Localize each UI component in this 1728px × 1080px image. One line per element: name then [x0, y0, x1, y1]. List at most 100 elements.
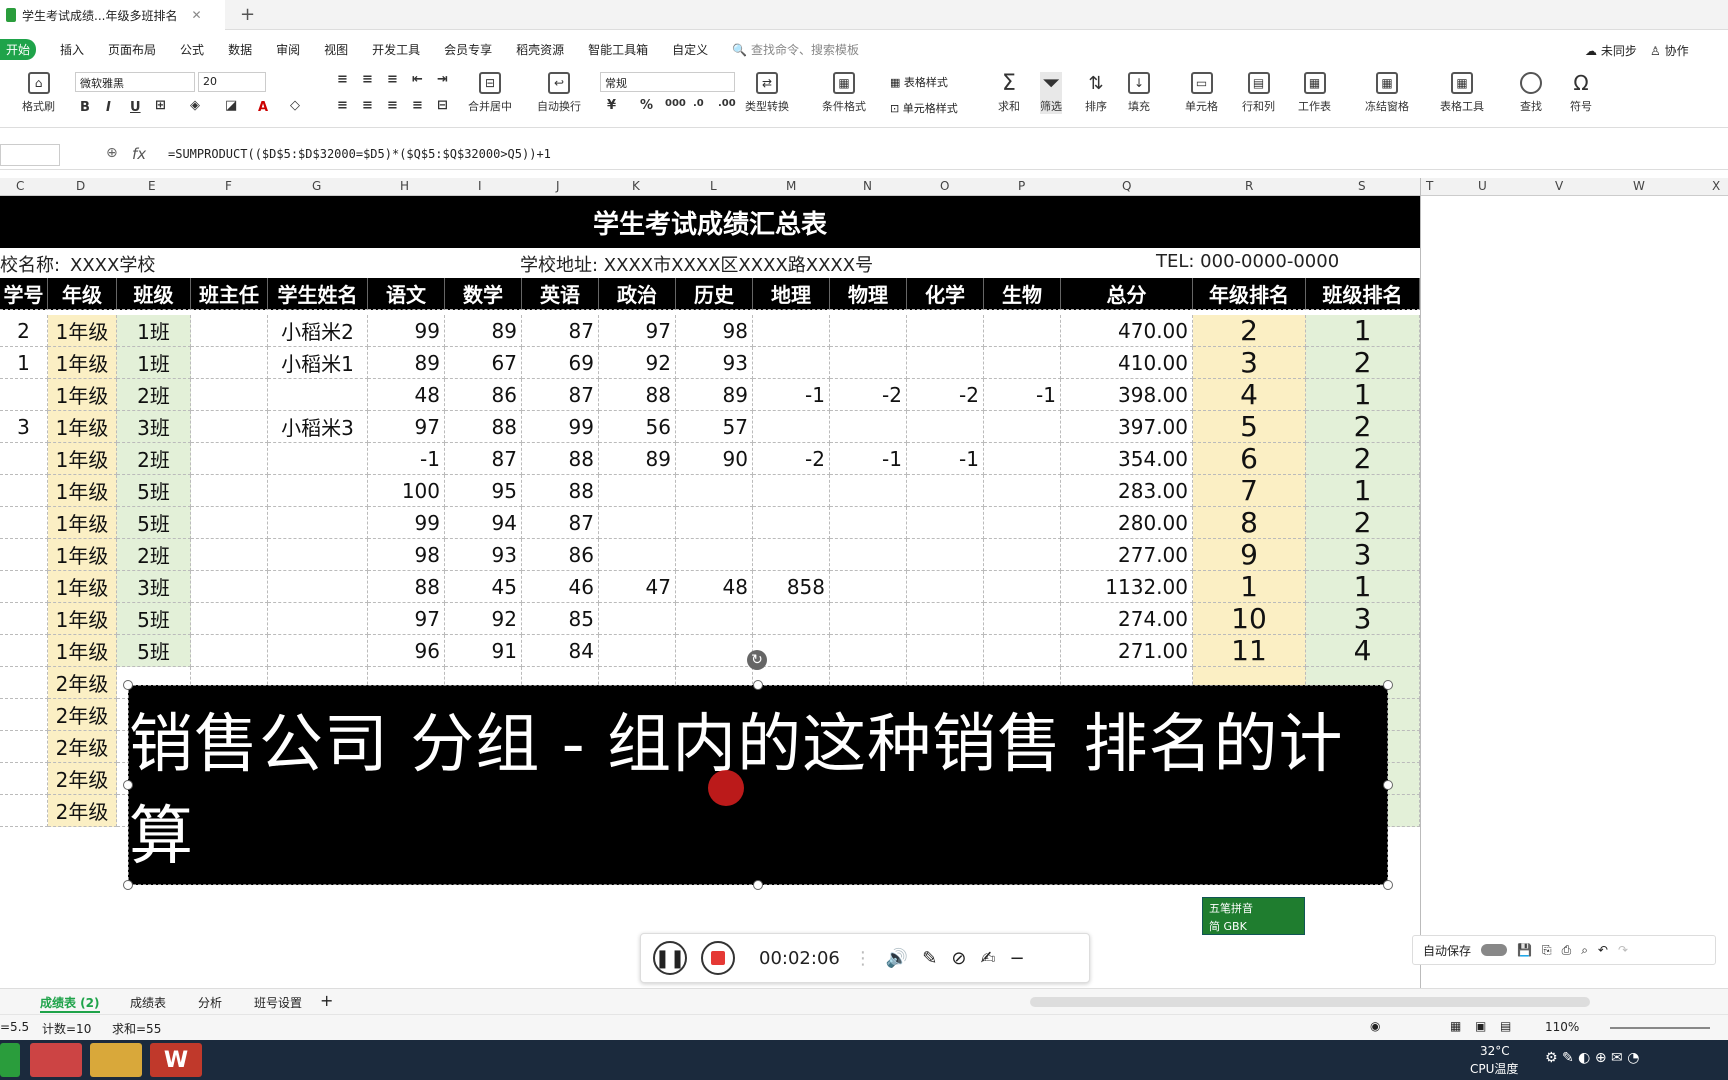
table-cell[interactable]	[191, 635, 268, 667]
table-cell[interactable]: 85	[522, 603, 599, 635]
column-header[interactable]: S	[1358, 179, 1366, 193]
formula-input[interactable]: =SUMPRODUCT(($D$5:$D$32000=$D5)*($Q$5:$Q…	[168, 147, 551, 161]
table-cell[interactable]: 10	[1193, 602, 1306, 635]
table-cell[interactable]: 87	[522, 315, 599, 347]
table-cell[interactable]	[907, 507, 984, 539]
table-cell[interactable]: 5班	[117, 507, 191, 539]
table-cell[interactable]: 6	[1193, 442, 1306, 475]
format-brush-button[interactable]: ⌂ 格式刷	[22, 72, 55, 114]
table-cell[interactable]: 3	[1306, 602, 1420, 635]
zoom-slider[interactable]	[1610, 1027, 1710, 1029]
zoom-formula-icon[interactable]: ⊕	[106, 145, 118, 161]
table-cell[interactable]	[191, 475, 268, 507]
sheet-tab[interactable]: 分析	[198, 994, 222, 1011]
table-cell[interactable]: 86	[445, 379, 522, 411]
table-cell[interactable]	[0, 443, 48, 475]
table-cell[interactable]: 274.00	[1061, 603, 1193, 635]
command-search[interactable]: 🔍 查找命令、搜索模板	[732, 41, 859, 58]
table-cell[interactable]	[268, 507, 368, 539]
print-icon[interactable]: ⎙	[1562, 943, 1572, 958]
column-header[interactable]: G	[312, 179, 321, 193]
table-cell[interactable]	[907, 347, 984, 379]
table-cell[interactable]: 1年级	[48, 571, 117, 603]
minimize-icon[interactable]: −	[1010, 948, 1025, 969]
table-cell[interactable]	[830, 635, 907, 667]
table-header-cell[interactable]: 历史	[676, 278, 753, 310]
resize-handle[interactable]	[123, 880, 133, 890]
table-cell[interactable]	[191, 379, 268, 411]
school-address[interactable]: 学校地址: XXXX市XXXX区XXXX路XXXX号	[520, 251, 873, 277]
table-cell[interactable]: 3班	[117, 571, 191, 603]
add-sheet-icon[interactable]: +	[320, 991, 333, 1010]
taskbar-app-icon[interactable]	[0, 1043, 20, 1077]
table-cell[interactable]: 2	[0, 315, 48, 347]
table-cell[interactable]: -1	[830, 443, 907, 475]
document-tab[interactable]: 学生考试成绩...年级多班排名 ✕	[0, 0, 225, 30]
table-cell[interactable]: 8	[1193, 506, 1306, 539]
table-cell[interactable]: 47	[599, 571, 676, 603]
autosave-toggle[interactable]	[1481, 944, 1508, 956]
table-cell[interactable]	[830, 475, 907, 507]
pause-icon[interactable]: ❚❚	[653, 941, 687, 975]
table-cell[interactable]	[0, 603, 48, 635]
table-cell[interactable]: 96	[368, 635, 445, 667]
table-cell[interactable]: 354.00	[1061, 443, 1193, 475]
table-cell[interactable]: -2	[907, 379, 984, 411]
table-cell[interactable]: 46	[522, 571, 599, 603]
table-cell[interactable]: 99	[368, 507, 445, 539]
fx-icon[interactable]: fx	[132, 145, 146, 163]
table-cell[interactable]: 5班	[117, 475, 191, 507]
eye-protection-icon[interactable]: ◉	[1370, 1019, 1380, 1033]
table-cell[interactable]	[830, 315, 907, 347]
sync-status[interactable]: ☁ 未同步	[1585, 42, 1637, 59]
taskbar-solitaire-icon[interactable]	[30, 1043, 82, 1077]
table-cell[interactable]: 398.00	[1061, 379, 1193, 411]
table-cell[interactable]	[830, 539, 907, 571]
table-cell[interactable]	[676, 475, 753, 507]
table-cell[interactable]: 1年级	[48, 539, 117, 571]
table-cell[interactable]: 2班	[117, 539, 191, 571]
align-top-icon[interactable]: ≡	[337, 72, 348, 87]
menu-docer[interactable]: 稻壳资源	[516, 41, 564, 58]
camera-off-icon[interactable]: ⊘	[951, 948, 966, 969]
table-cell[interactable]: 88	[445, 411, 522, 443]
column-header[interactable]: F	[225, 179, 232, 193]
table-cell[interactable]	[907, 475, 984, 507]
fill-button[interactable]: ↓ 填充	[1128, 72, 1150, 114]
table-cell[interactable]	[984, 347, 1061, 379]
tab-close-icon[interactable]: ✕	[191, 8, 201, 22]
table-cell[interactable]	[830, 571, 907, 603]
table-cell[interactable]: 1	[0, 347, 48, 379]
table-cell[interactable]	[676, 635, 753, 667]
table-header-cell[interactable]: 总分	[1061, 278, 1193, 310]
table-cell[interactable]: -1	[984, 379, 1061, 411]
table-cell[interactable]	[830, 603, 907, 635]
table-cell[interactable]: 1年级	[48, 443, 117, 475]
table-cell[interactable]	[907, 315, 984, 347]
table-cell[interactable]: 88	[599, 379, 676, 411]
table-cell[interactable]: 86	[522, 539, 599, 571]
table-cell[interactable]	[753, 475, 830, 507]
table-cell[interactable]	[0, 475, 48, 507]
table-cell[interactable]: 2	[1306, 410, 1420, 443]
table-cell[interactable]	[599, 603, 676, 635]
table-cell[interactable]	[191, 315, 268, 347]
page-break-view-icon[interactable]: ▤	[1500, 1019, 1511, 1033]
resize-handle[interactable]	[123, 780, 133, 790]
table-header-cell[interactable]: 班主任	[191, 278, 268, 310]
table-cell[interactable]: 小稻米1	[268, 347, 368, 379]
column-header[interactable]: D	[76, 179, 85, 193]
table-cell[interactable]	[0, 731, 48, 763]
number-format-select[interactable]: 常规	[600, 72, 735, 92]
table-cell[interactable]	[984, 539, 1061, 571]
table-cell[interactable]: 4	[1306, 634, 1420, 667]
find-button[interactable]: 查找	[1520, 72, 1542, 114]
menu-review[interactable]: 审阅	[276, 41, 300, 58]
table-header-cell[interactable]: 数学	[445, 278, 522, 310]
table-cell[interactable]: 93	[676, 347, 753, 379]
increase-decimal-icon[interactable]: .0	[693, 98, 704, 109]
table-header-cell[interactable]: 语文	[368, 278, 445, 310]
indent-increase-icon[interactable]: ⇥	[437, 72, 448, 87]
table-cell[interactable]: 91	[445, 635, 522, 667]
merge-center-button[interactable]: ⊟ 合并居中	[468, 72, 512, 114]
